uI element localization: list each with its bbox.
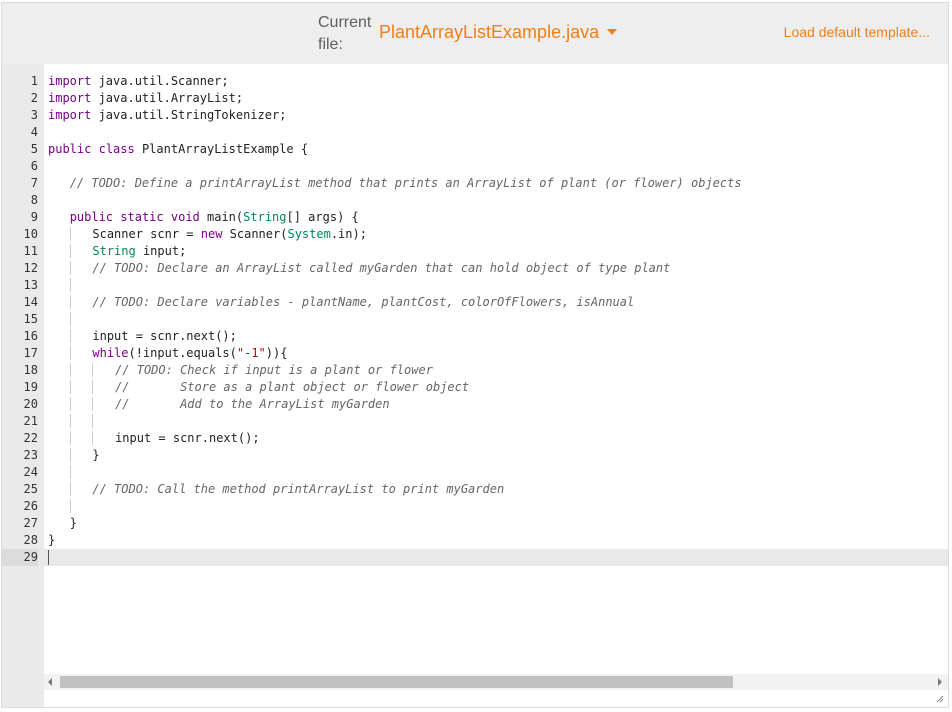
line-number: 20 [2,396,38,413]
code-line[interactable]: 21 [2,413,948,430]
scroll-right-arrow-icon[interactable] [938,678,942,686]
code-text [48,413,116,430]
code-area[interactable]: 1 import java.util.Scanner; 2 import java.… [2,73,948,566]
code-line[interactable]: 18 // TODO: Check if input is a plant or… [2,362,948,379]
line-number: 24 [2,464,38,481]
code-text [48,311,93,328]
line-number: 5 [2,141,38,158]
code-text: } [48,533,56,547]
resize-handle-icon[interactable] [936,695,944,703]
code-text [48,549,49,566]
code-text: String input; [48,243,186,260]
code-text: public static void main(String[] args) { [69,210,359,224]
code-line[interactable]: 17 while(!input.equals("-1")){ [2,345,948,362]
line-number: 23 [2,447,38,464]
file-selector-dropdown[interactable]: PlantArrayListExample.java [379,22,618,43]
code-line[interactable]: 20 // Add to the ArrayList myGarden [2,396,948,413]
line-number: 19 [2,379,38,396]
editor-header: Current file: PlantArrayListExample.java… [2,3,948,64]
code-text: import java.util.ArrayList; [48,91,244,105]
code-line[interactable]: 7 // TODO: Define a printArrayList metho… [2,175,948,192]
code-line[interactable]: 13 [2,277,948,294]
line-number: 16 [2,328,38,345]
file-name: PlantArrayListExample.java [379,22,600,42]
line-number: 26 [2,498,38,515]
scroll-left-arrow-icon[interactable] [48,678,52,686]
code-line[interactable]: 2 import java.util.ArrayList; [2,90,948,107]
code-line[interactable]: 28} [2,532,948,549]
code-line[interactable]: 26 [2,498,948,515]
line-number: 1 [2,73,38,90]
line-number: 11 [2,243,38,260]
code-line[interactable]: 16 input = scnr.next(); [2,328,948,345]
line-number: 22 [2,430,38,447]
code-text [48,464,93,481]
code-line[interactable]: 14 // TODO: Declare variables - plantNam… [2,294,948,311]
line-number: 17 [2,345,38,362]
line-number: 9 [2,209,38,226]
code-line[interactable]: 5 public class PlantArrayListExample { [2,141,948,158]
code-text: // Store as a plant object or flower obj… [48,379,469,396]
line-number: 8 [2,192,38,209]
line-number: 7 [2,175,38,192]
code-text: } [48,447,100,464]
line-number: 18 [2,362,38,379]
code-line[interactable]: 19 // Store as a plant object or flower … [2,379,948,396]
code-line[interactable]: 11 String input; [2,243,948,260]
current-file-label: Current file: [318,14,372,53]
code-line[interactable]: 25 // TODO: Call the method printArrayLi… [2,481,948,498]
horizontal-scrollbar[interactable] [44,674,948,690]
code-text [48,277,93,294]
code-text: input = scnr.next(); [48,430,260,447]
code-text: import java.util.Scanner; [48,74,229,88]
line-number: 14 [2,294,38,311]
line-number: 29 [2,549,38,566]
line-number: 3 [2,107,38,124]
code-text: Scanner scnr = new Scanner(System.in); [48,226,367,243]
code-line[interactable]: 8 [2,192,948,209]
code-line[interactable]: 3 import java.util.StringTokenizer; [2,107,948,124]
code-text [48,498,93,515]
code-line-active[interactable]: 29 [2,549,948,566]
line-number: 27 [2,515,38,532]
line-number: 6 [2,158,38,175]
code-text: // Add to the ArrayList myGarden [48,396,390,413]
code-text: import java.util.StringTokenizer; [48,108,287,122]
code-line[interactable]: 9 public static void main(String[] args)… [2,209,948,226]
code-line[interactable]: 24 [2,464,948,481]
line-number: 25 [2,481,38,498]
code-line[interactable]: 23 } [2,447,948,464]
code-text: public class PlantArrayListExample { [48,142,309,156]
code-line[interactable]: 22 input = scnr.next(); [2,430,948,447]
code-line[interactable]: 10 Scanner scnr = new Scanner(System.in)… [2,226,948,243]
line-number: 12 [2,260,38,277]
code-editor[interactable]: 1 import java.util.Scanner; 2 import java.… [2,64,948,707]
code-line[interactable]: 15 [2,311,948,328]
code-editor-panel: Current file: PlantArrayListExample.java… [1,2,949,708]
code-text: while(!input.equals("-1")){ [48,345,287,362]
code-text: // TODO: Declare variables - plantName, … [48,294,634,311]
code-text: // TODO: Declare an ArrayList called myG… [48,260,670,277]
scrollbar-thumb[interactable] [60,676,733,688]
load-default-template-link[interactable]: Load default template... [784,24,930,40]
line-number: 2 [2,90,38,107]
text-cursor [48,550,49,565]
line-number: 15 [2,311,38,328]
line-number: 21 [2,413,38,430]
code-text: // TODO: Define a printArrayList method … [69,176,742,190]
code-text: // TODO: Call the method printArrayList … [48,481,504,498]
code-line[interactable]: 1 import java.util.Scanner; [2,73,948,90]
line-number: 10 [2,226,38,243]
line-number: 4 [2,124,38,141]
code-text: } [69,516,77,530]
line-number: 28 [2,532,38,549]
line-number: 13 [2,277,38,294]
caret-down-icon [607,29,618,36]
code-line[interactable]: 6 [2,158,948,175]
code-text: // TODO: Check if input is a plant or fl… [48,362,433,379]
code-line[interactable]: 27 } [2,515,948,532]
code-text: input = scnr.next(); [48,328,237,345]
code-line[interactable]: 12 // TODO: Declare an ArrayList called … [2,260,948,277]
code-line[interactable]: 4 [2,124,948,141]
